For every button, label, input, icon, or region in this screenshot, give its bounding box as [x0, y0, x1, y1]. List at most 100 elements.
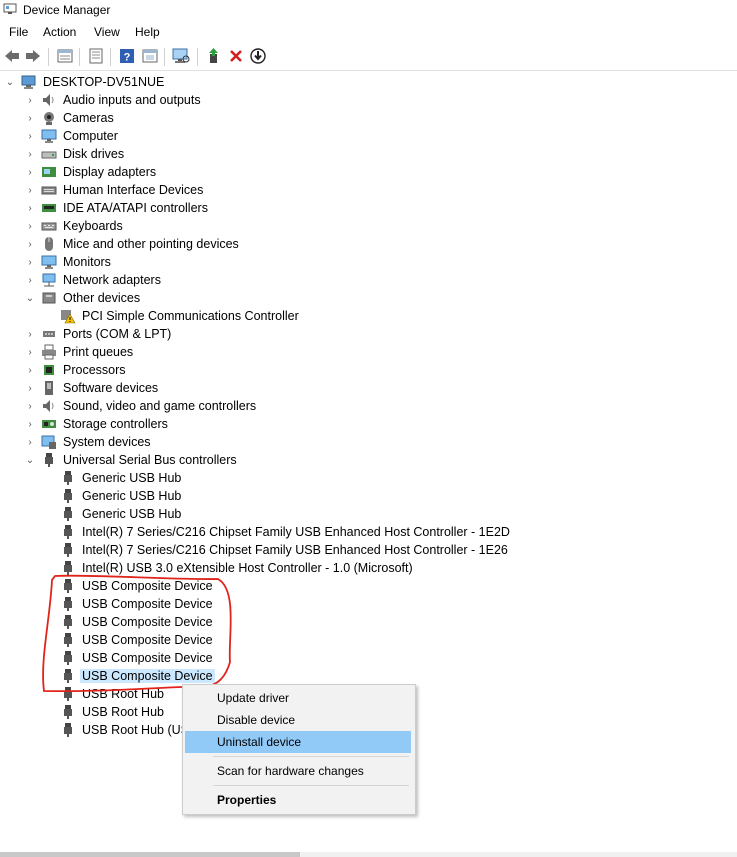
tree-category[interactable]: › Storage controllers [0, 415, 737, 433]
tree-category[interactable]: › Sound, video and game controllers [0, 397, 737, 415]
horizontal-scrollbar[interactable] [0, 852, 737, 857]
help-icon[interactable]: ? [118, 47, 136, 65]
tree-category[interactable]: › Disk drives [0, 145, 737, 163]
tree-category[interactable]: › Keyboards [0, 217, 737, 235]
back-icon[interactable] [3, 47, 21, 65]
menu-bar: File Action View Help [0, 22, 737, 42]
view-icon[interactable] [141, 47, 159, 65]
update-driver-icon[interactable] [205, 47, 223, 65]
tree-device[interactable]: USB Composite Device [0, 595, 737, 613]
root-computer-icon [21, 74, 37, 90]
tree-category[interactable]: › Processors [0, 361, 737, 379]
tree-category[interactable]: › IDE ATA/ATAPI controllers [0, 199, 737, 217]
context-item-label: Uninstall device [217, 735, 302, 749]
disable-icon[interactable] [249, 47, 267, 65]
tree-category[interactable]: › Monitors [0, 253, 737, 271]
tree-item-label: Intel(R) 7 Series/C216 Chipset Family US… [82, 525, 510, 539]
expand-arrow-icon[interactable]: › [25, 199, 35, 217]
collapse-arrow-icon[interactable]: ⌄ [5, 73, 15, 91]
expand-arrow-icon[interactable]: › [25, 91, 35, 109]
tree-device[interactable]: Generic USB Hub [0, 469, 737, 487]
toolbar-separator [48, 48, 49, 66]
tree-item-label: Processors [63, 363, 126, 377]
context-item-label: Update driver [217, 691, 290, 705]
expand-arrow-icon[interactable]: › [25, 235, 35, 253]
tree-device[interactable]: Intel(R) USB 3.0 eXtensible Host Control… [0, 559, 737, 577]
uninstall-icon[interactable] [227, 47, 245, 65]
printer-icon [41, 344, 57, 360]
context-item-label: Disable device [217, 713, 296, 727]
expand-arrow-icon[interactable]: › [25, 433, 35, 451]
tree-category[interactable]: ⌄ Universal Serial Bus controllers [0, 451, 737, 469]
context-properties[interactable]: Properties [185, 789, 411, 811]
expand-arrow-icon[interactable]: › [25, 415, 35, 433]
tree-item-label: IDE ATA/ATAPI controllers [63, 201, 208, 215]
tree-category[interactable]: › Computer [0, 127, 737, 145]
collapse-arrow-icon[interactable]: ⌄ [25, 289, 35, 307]
tree-device[interactable]: Intel(R) 7 Series/C216 Chipset Family US… [0, 523, 737, 541]
expand-arrow-icon[interactable]: › [25, 325, 35, 343]
expand-arrow-icon[interactable]: › [25, 379, 35, 397]
tree-category[interactable]: › Display adapters [0, 163, 737, 181]
properties-icon[interactable] [56, 47, 74, 65]
tree-item-label: Storage controllers [63, 417, 168, 431]
tree-device[interactable]: Generic USB Hub [0, 487, 737, 505]
context-disable-device[interactable]: Disable device [185, 709, 411, 731]
expand-arrow-icon[interactable]: › [25, 343, 35, 361]
collapse-arrow-icon[interactable]: ⌄ [25, 451, 35, 469]
context-scan-hardware[interactable]: Scan for hardware changes [185, 760, 411, 782]
context-uninstall-device[interactable]: Uninstall device [185, 731, 411, 753]
expand-arrow-icon[interactable]: › [25, 181, 35, 199]
tree-category[interactable]: › Cameras [0, 109, 737, 127]
tree-device[interactable]: Intel(R) 7 Series/C216 Chipset Family US… [0, 541, 737, 559]
menu-action[interactable]: Action [43, 25, 76, 39]
expand-arrow-icon[interactable]: › [25, 127, 35, 145]
tree-category[interactable]: › Software devices [0, 379, 737, 397]
menu-file[interactable]: File [9, 25, 28, 39]
keyboard-icon [41, 218, 57, 234]
menu-help[interactable]: Help [135, 25, 160, 39]
tree-item-label: Print queues [63, 345, 134, 359]
sound-icon [41, 398, 57, 414]
tree-category[interactable]: › System devices [0, 433, 737, 451]
usb-device-icon [60, 542, 76, 558]
tree-device[interactable]: USB Composite Device [0, 649, 737, 667]
show-hidden-icon[interactable] [87, 47, 105, 65]
expand-arrow-icon[interactable]: › [25, 253, 35, 271]
tree-category[interactable]: › Network adapters [0, 271, 737, 289]
tree-item-label: Universal Serial Bus controllers [63, 453, 237, 467]
tree-category[interactable]: › Ports (COM & LPT) [0, 325, 737, 343]
tree-category[interactable]: › Audio inputs and outputs [0, 91, 737, 109]
tree-item-label: DESKTOP-DV51NUE [43, 75, 165, 89]
tree-category[interactable]: › Mice and other pointing devices [0, 235, 737, 253]
tree-device[interactable]: USB Composite Device [0, 631, 737, 649]
scrollbar-thumb[interactable] [0, 852, 300, 857]
tree-item-label: USB Root Hub (USB [82, 723, 198, 737]
hid-icon [41, 182, 57, 198]
tree-device[interactable]: PCI Simple Communications Controller [0, 307, 737, 325]
expand-arrow-icon[interactable]: › [25, 271, 35, 289]
expand-arrow-icon[interactable]: › [25, 361, 35, 379]
usb-device-icon [60, 650, 76, 666]
scan-hardware-icon[interactable] [172, 47, 190, 65]
tree-root[interactable]: ⌄ DESKTOP-DV51NUE [0, 73, 737, 91]
expand-arrow-icon[interactable]: › [25, 109, 35, 127]
tree-category[interactable]: › Human Interface Devices [0, 181, 737, 199]
forward-icon[interactable] [24, 47, 42, 65]
tree-category[interactable]: ⌄ Other devices [0, 289, 737, 307]
tree-device[interactable]: USB Composite Device [0, 577, 737, 595]
tree-item-label: USB Composite Device [82, 615, 213, 629]
tree-device[interactable]: USB Composite Device [0, 613, 737, 631]
expand-arrow-icon[interactable]: › [25, 145, 35, 163]
tree-device[interactable]: Generic USB Hub [0, 505, 737, 523]
speaker-icon [41, 92, 57, 108]
expand-arrow-icon[interactable]: › [25, 217, 35, 235]
tree-category[interactable]: › Print queues [0, 343, 737, 361]
menu-view[interactable]: View [94, 25, 120, 39]
tree-device[interactable]: USB Composite Device [0, 667, 737, 685]
expand-arrow-icon[interactable]: › [25, 163, 35, 181]
tree-item-label: Generic USB Hub [82, 471, 182, 485]
context-menu: Update driver Disable device Uninstall d… [182, 684, 416, 815]
context-update-driver[interactable]: Update driver [185, 687, 411, 709]
expand-arrow-icon[interactable]: › [25, 397, 35, 415]
